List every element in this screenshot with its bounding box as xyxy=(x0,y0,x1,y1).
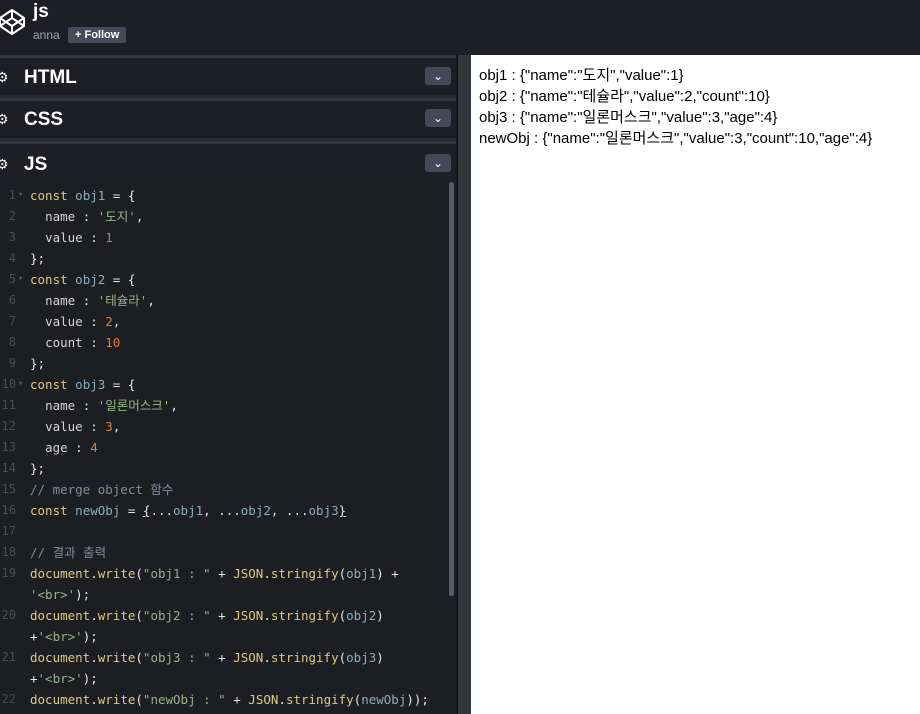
code-line: value : 2, xyxy=(45,314,121,329)
code-line: +'<br>'); xyxy=(30,629,98,644)
line-number: 16 xyxy=(1,503,16,517)
line-number: 13 xyxy=(1,440,16,454)
code-line: const obj1 = { xyxy=(30,188,136,203)
css-panel-title: CSS xyxy=(24,109,64,130)
output-line: obj1 : {"name":"도지","value":1} xyxy=(479,67,684,84)
gear-icon[interactable]: ⚙ xyxy=(0,156,9,173)
code-line: count : 10 xyxy=(45,335,121,350)
output-line: obj3 : {"name":"일론머스크","value":3,"age":4… xyxy=(479,109,778,126)
code-line: const obj2 = { xyxy=(30,272,136,287)
line-number: 7 xyxy=(8,314,16,328)
line-number: 2 xyxy=(8,209,16,223)
output-line: obj2 : {"name":"테슐라","value":2,"count":1… xyxy=(479,88,770,105)
line-number: 18 xyxy=(1,545,16,559)
line-number: 8 xyxy=(8,335,16,349)
fold-arrow-icon[interactable]: ▾ xyxy=(18,185,23,206)
line-number: 1 xyxy=(8,188,16,202)
codepen-logo-icon[interactable] xyxy=(0,7,27,37)
line-number: 19 xyxy=(1,566,16,580)
line-number: 9 xyxy=(8,356,16,370)
line-number: 5 xyxy=(8,272,16,286)
code-line: }; xyxy=(30,251,46,266)
code-line: const obj3 = { xyxy=(30,377,136,392)
code-line: document.write("obj3 : " + JSON.stringif… xyxy=(30,650,384,665)
gear-icon[interactable]: ⚙ xyxy=(0,69,9,86)
line-number: 3 xyxy=(8,230,16,244)
code-line: name : '일론머스크', xyxy=(45,398,178,413)
code-line: name : '도지', xyxy=(45,209,144,224)
line-number: 22 xyxy=(1,692,16,706)
output-line: newObj : {"name":"일론머스크","value":3,"coun… xyxy=(479,130,873,147)
line-number: 17 xyxy=(1,524,16,538)
chevron-down-icon[interactable]: ⌄ xyxy=(425,154,451,172)
code-line: }; xyxy=(30,461,46,476)
line-number: 4 xyxy=(8,251,16,265)
line-number: 15 xyxy=(1,482,16,496)
code-comment: // 결과 출력 xyxy=(30,545,107,560)
code-line: value : 1 xyxy=(45,230,113,245)
code-line: document.write("newObj : " + JSON.string… xyxy=(30,692,429,707)
result-preview: obj1 : {"name":"도지","value":1} obj2 : {"… xyxy=(471,55,920,714)
code-line: }; xyxy=(30,356,46,371)
code-line: '<br>'); xyxy=(30,587,91,602)
code-line: document.write("obj1 : " + JSON.stringif… xyxy=(30,566,399,581)
gear-icon[interactable]: ⚙ xyxy=(0,111,9,128)
code-line: +'<br>'); xyxy=(30,671,98,686)
css-panel-header[interactable]: ⚙ CSS ⌄ xyxy=(0,98,456,141)
chevron-down-icon[interactable]: ⌄ xyxy=(425,67,451,85)
follow-button[interactable]: + Follow xyxy=(68,27,127,43)
fold-arrow-icon[interactable]: ▾ xyxy=(18,374,23,395)
js-panel-title: JS xyxy=(24,154,48,175)
line-number: 12 xyxy=(1,419,16,433)
code-comment: // merge object 함수 xyxy=(30,482,174,497)
js-code-editor[interactable]: 1 ▾ const obj1 = { 2 name : '도지', 3 value … xyxy=(0,182,456,714)
line-number: 21 xyxy=(1,650,16,664)
js-panel-header[interactable]: ⚙ JS ⌄ xyxy=(0,141,456,182)
code-line: const newObj = {...obj1, ...obj2, ...obj… xyxy=(30,503,347,518)
editor-scrollbar[interactable] xyxy=(449,182,454,596)
pen-title: js xyxy=(33,1,49,22)
chevron-down-icon[interactable]: ⌄ xyxy=(425,109,451,127)
fold-arrow-icon[interactable]: ▾ xyxy=(18,269,23,290)
line-number: 14 xyxy=(1,461,16,475)
code-line: document.write("obj2 : " + JSON.stringif… xyxy=(30,608,384,623)
line-number: 20 xyxy=(1,608,16,622)
line-number: 10 xyxy=(1,377,16,391)
code-line: age : 4 xyxy=(45,440,98,455)
line-number: 6 xyxy=(8,293,16,307)
resize-handle[interactable] xyxy=(458,55,471,714)
code-line: value : 3, xyxy=(45,419,121,434)
author-name[interactable]: anna xyxy=(33,27,60,43)
code-line: name : '테슐라', xyxy=(45,293,155,308)
html-panel-header[interactable]: ⚙ HTML ⌄ xyxy=(0,55,456,98)
html-panel-title: HTML xyxy=(24,67,77,88)
pen-header: js anna + Follow xyxy=(0,0,920,55)
line-number: 11 xyxy=(1,398,16,412)
